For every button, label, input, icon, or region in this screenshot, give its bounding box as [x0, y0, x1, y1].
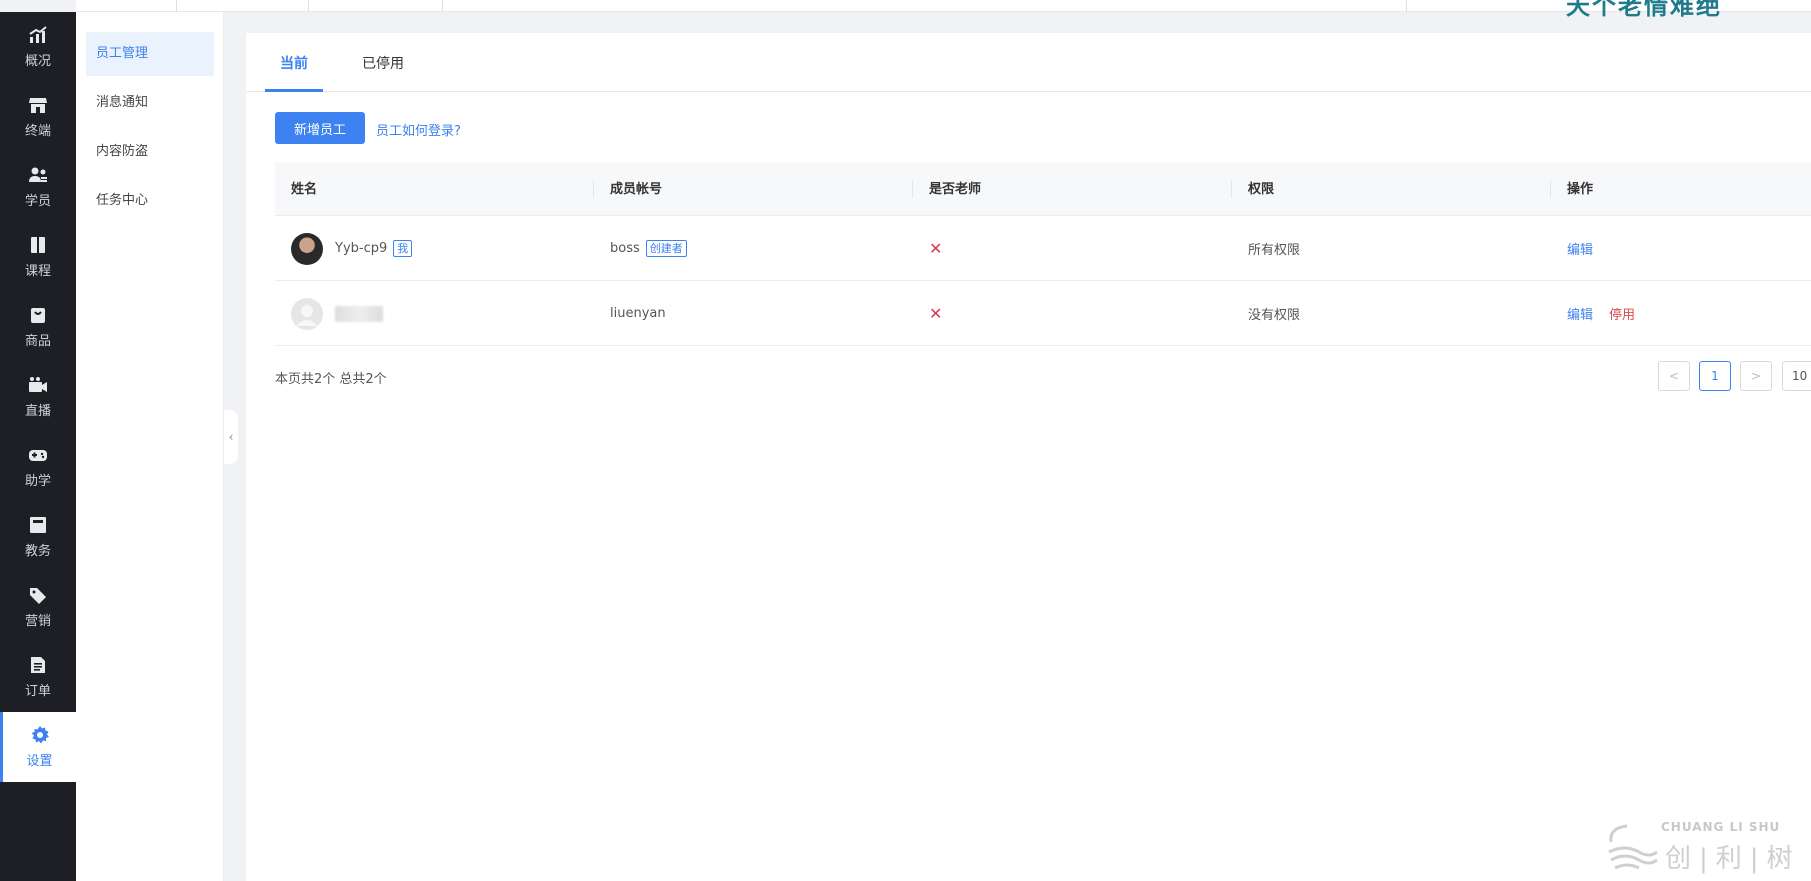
- avatar: [291, 232, 323, 265]
- permission-cell: 所有权限: [1248, 243, 1301, 258]
- subnav-item-staff[interactable]: 员工管理: [86, 32, 214, 76]
- column-divider: [1550, 180, 1551, 198]
- nav-label: 助学: [24, 473, 51, 489]
- next-page-button[interactable]: >: [1740, 361, 1772, 391]
- users-icon: [28, 166, 48, 184]
- nav-item-products[interactable]: 商品: [0, 292, 76, 362]
- watermark-en: CHUANG LI SHU: [1661, 820, 1781, 834]
- staff-management-panel: 当前 已停用 新增员工 员工如何登录? 姓名 成员帐号 是否老师 权限 操作 Y…: [246, 33, 1811, 881]
- disable-link[interactable]: 停用: [1609, 304, 1635, 323]
- nav-label: 商品: [24, 333, 51, 349]
- is-teacher-cell: ✕: [929, 281, 942, 346]
- account-cell: liuenyan: [610, 281, 666, 346]
- watermark-logo: CHUANG LI SHU 创|利|树: [1605, 816, 1805, 876]
- actions-cell: 编辑: [1567, 216, 1609, 281]
- tab-current[interactable]: 当前: [280, 33, 308, 92]
- main-sidebar: 概况 终端 学员 课程 商品 直播 助学 教务 营销 订单 设置: [0, 12, 76, 881]
- nav-label: 直播: [24, 403, 51, 419]
- column-header-account: 成员帐号: [610, 182, 663, 197]
- nav-label: 订单: [24, 683, 51, 699]
- column-divider: [1231, 180, 1232, 198]
- nav-label: 营销: [24, 613, 51, 629]
- nav-label: 概况: [24, 53, 51, 69]
- page-1-button[interactable]: 1: [1699, 361, 1731, 391]
- top-bar-divider: [442, 0, 443, 12]
- settings-subnav: 员工管理 消息通知 内容防盗 任务中心: [76, 12, 224, 881]
- pagination-summary: 本页共2个 总共2个: [275, 372, 387, 387]
- page-size-select[interactable]: 10: [1782, 361, 1811, 391]
- column-header-permission: 权限: [1248, 182, 1275, 197]
- gear-icon: [30, 725, 50, 744]
- prev-page-button[interactable]: <: [1658, 361, 1690, 391]
- avatar: [291, 297, 323, 330]
- nav-label: 设置: [26, 753, 53, 769]
- nav-item-overview[interactable]: 概况: [0, 12, 76, 82]
- add-staff-button[interactable]: 新增员工: [275, 112, 365, 144]
- watermark-cn: 创|利|树: [1665, 844, 1801, 874]
- nav-label: 课程: [24, 263, 51, 279]
- column-header-name: 姓名: [291, 182, 318, 197]
- name-cell: Yyb-cp9 我: [291, 216, 413, 281]
- table-header: 姓名 成员帐号 是否老师 权限 操作: [275, 163, 1811, 216]
- book-icon: [28, 236, 48, 254]
- account-cell: boss 创建者: [610, 216, 687, 281]
- tab-active-indicator: [265, 89, 323, 92]
- nav-item-terminal[interactable]: 终端: [0, 82, 76, 152]
- staff-name: Yyb-cp9: [335, 241, 388, 256]
- nav-label: 终端: [24, 123, 51, 139]
- table-row: liuenyan ✕ 没有权限 编辑 停用: [275, 281, 1811, 346]
- wave-logo-icon: [1608, 824, 1658, 870]
- subnav-item-task-center[interactable]: 任务中心: [86, 179, 214, 223]
- actions-cell: 编辑 停用: [1567, 281, 1651, 346]
- account-name: liuenyan: [610, 306, 666, 321]
- top-bar-divider: [176, 0, 177, 12]
- tag-icon: [28, 586, 48, 604]
- nav-item-marketing[interactable]: 营销: [0, 572, 76, 642]
- bag-icon: [28, 306, 48, 324]
- account-name: boss: [610, 241, 640, 256]
- subnav-item-notifications[interactable]: 消息通知: [86, 81, 214, 125]
- video-icon: [28, 376, 48, 394]
- staff-table: 姓名 成员帐号 是否老师 权限 操作 Yyb-cp9 我 boss 创建者 ✕: [275, 163, 1811, 346]
- column-divider: [593, 180, 594, 198]
- top-bar-divider: [308, 0, 309, 12]
- document-icon: [28, 656, 48, 674]
- chart-icon: [28, 25, 48, 44]
- name-cell: [291, 281, 383, 346]
- blurred-name: [335, 305, 383, 322]
- store-icon: [28, 96, 48, 114]
- cross-icon: ✕: [929, 304, 943, 323]
- creator-badge: 创建者: [645, 240, 687, 257]
- gamepad-icon: [28, 446, 48, 464]
- nav-item-students[interactable]: 学员: [0, 152, 76, 222]
- edit-link[interactable]: 编辑: [1567, 239, 1593, 258]
- top-bar-divider: [1406, 0, 1407, 12]
- brand-text: 天个老情难绝: [1566, 0, 1722, 20]
- column-header-actions: 操作: [1567, 182, 1594, 197]
- nav-item-live[interactable]: 直播: [0, 362, 76, 432]
- nav-item-academic[interactable]: 教务: [0, 502, 76, 572]
- nav-item-orders[interactable]: 订单: [0, 642, 76, 712]
- login-help-link[interactable]: 员工如何登录?: [376, 120, 461, 139]
- column-header-is-teacher: 是否老师: [929, 182, 982, 197]
- top-bar: 天个老情难绝: [76, 0, 1811, 20]
- chevron-left-icon: ‹: [228, 430, 234, 444]
- me-badge: 我: [393, 240, 413, 257]
- edit-link[interactable]: 编辑: [1567, 304, 1593, 323]
- permission-cell: 没有权限: [1248, 308, 1301, 323]
- nav-label: 教务: [24, 543, 51, 559]
- cross-icon: ✕: [929, 239, 943, 258]
- table-row: Yyb-cp9 我 boss 创建者 ✕ 所有权限 编辑: [275, 216, 1811, 281]
- nav-item-assist[interactable]: 助学: [0, 432, 76, 502]
- nav-item-courses[interactable]: 课程: [0, 222, 76, 292]
- tab-disabled[interactable]: 已停用: [362, 33, 404, 92]
- nav-label: 学员: [24, 193, 51, 209]
- subnav-item-content-protection[interactable]: 内容防盗: [86, 130, 214, 174]
- column-divider: [912, 180, 913, 198]
- is-teacher-cell: ✕: [929, 216, 942, 281]
- notebook-icon: [28, 516, 48, 534]
- tab-bar: 当前 已停用: [246, 33, 1811, 92]
- nav-item-settings[interactable]: 设置: [0, 712, 76, 782]
- collapse-sidebar-button[interactable]: ‹: [224, 410, 238, 464]
